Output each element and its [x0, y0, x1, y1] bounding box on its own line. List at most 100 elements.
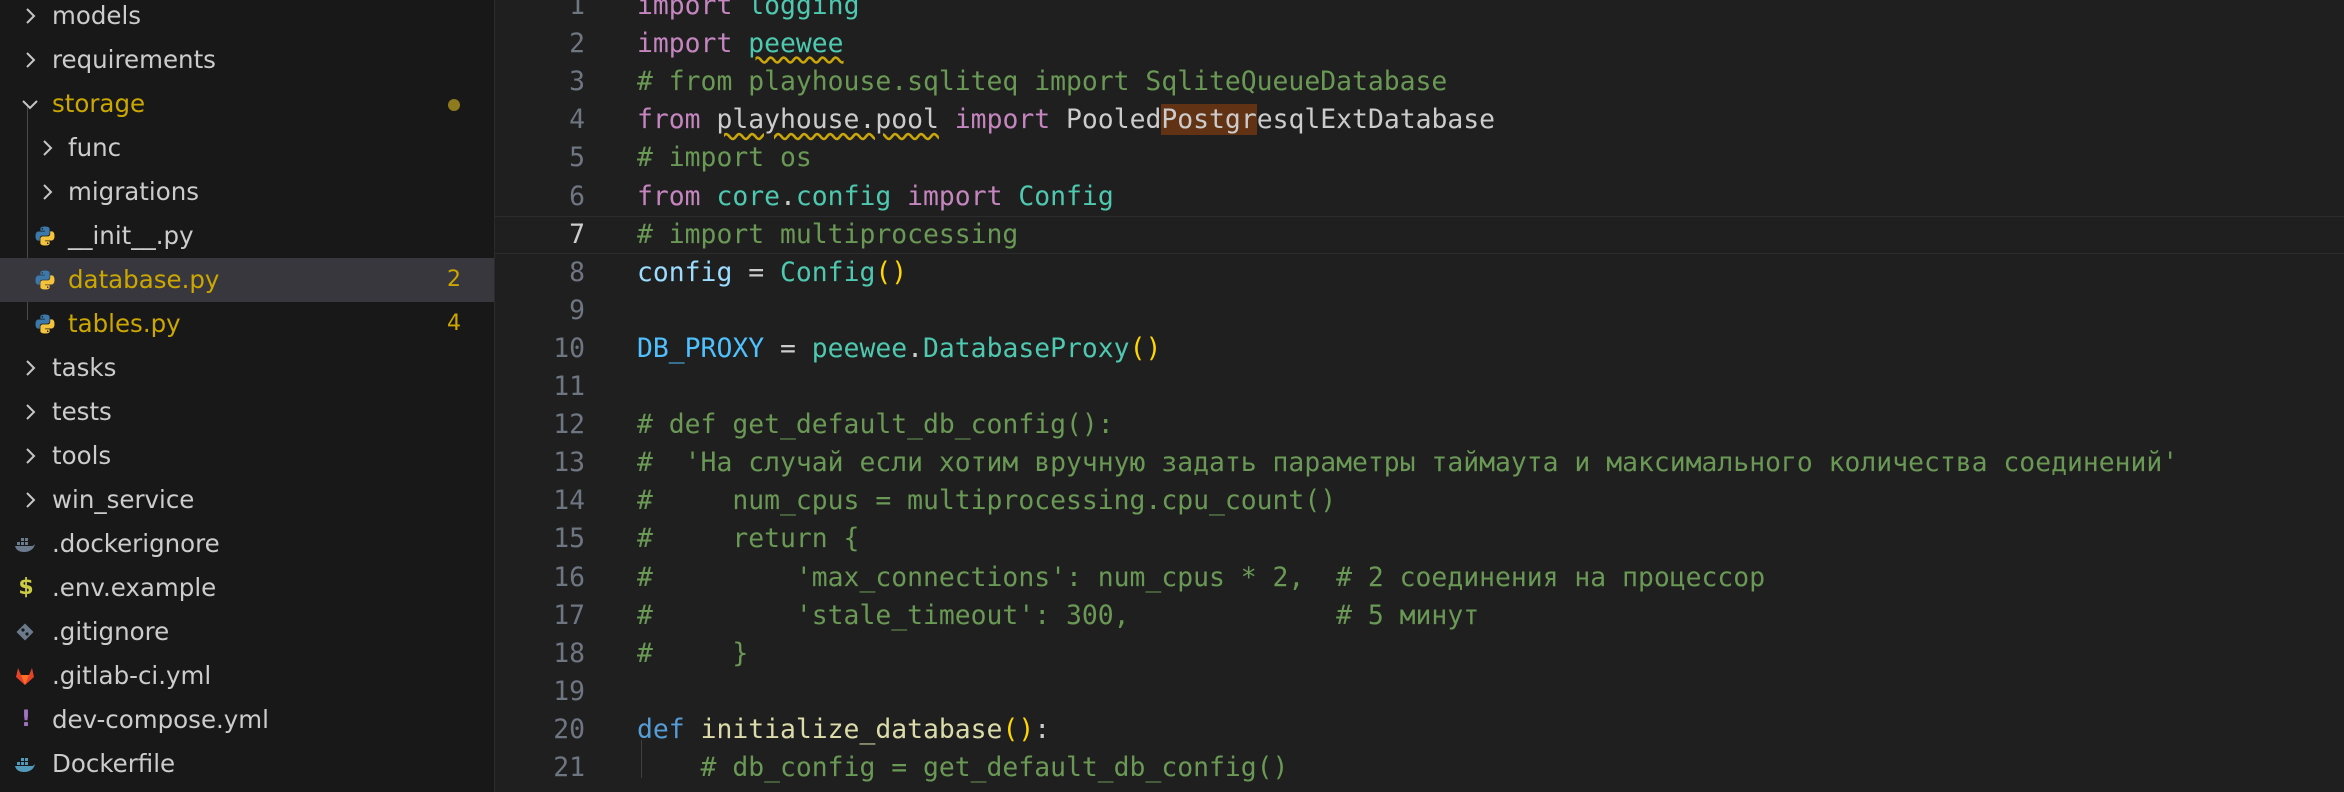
chevron-right-icon[interactable] [20, 402, 40, 422]
code-token: Config [1018, 180, 1114, 212]
explorer-item[interactable]: .gitlab-ci.yml [0, 654, 494, 698]
code-line[interactable]: 13 # 'На случай если хотим вручную задать… [495, 444, 2344, 482]
problem-count-badge: 2 [447, 267, 461, 292]
explorer-item[interactable]: migrations [0, 170, 494, 214]
code-line[interactable]: 19 [495, 673, 2344, 711]
line-number: 12 [553, 409, 585, 441]
line-number: 15 [553, 523, 585, 555]
code-line[interactable]: 21 # db_config = get_default_db_config() [495, 749, 2344, 787]
chevron-right-icon[interactable] [37, 182, 57, 202]
code-line[interactable]: 4 from playhouse.pool import PooledPostgr… [495, 101, 2344, 139]
line-number: 11 [553, 371, 585, 402]
code-line[interactable]: 16 # 'max_connections': num_cpus * 2, # 2… [495, 559, 2344, 597]
code-token: peewee [811, 332, 908, 364]
explorer-item-label: __init__.py [68, 221, 194, 250]
explorer-item[interactable]: __init__.py [0, 214, 494, 258]
code-line[interactable]: 10 DB_PROXY = peewee.DatabaseProxy() [495, 330, 2344, 368]
gitlab-icon [14, 665, 38, 687]
code-editor[interactable]: 1 import logging 2 import peewee 3 # from pla… [495, 0, 2344, 792]
code-token: () [1002, 713, 1035, 745]
code-line[interactable]: 8 config = Config() [495, 254, 2344, 292]
explorer-item[interactable]: ! dev-compose.yml [0, 698, 494, 742]
explorer-item[interactable]: database.py 2 [0, 258, 494, 302]
code-token: import [637, 0, 733, 21]
code-line[interactable]: 17 # 'stale_timeout': 300, # 5 минут [495, 597, 2344, 635]
code-line[interactable]: 11 [495, 368, 2344, 406]
code-text: from playhouse.pool import PooledPostgre… [637, 101, 1495, 139]
code-token: DB_PROXY [637, 332, 765, 364]
code-token: logging [748, 0, 860, 21]
code-line[interactable]: 1 import logging [495, 0, 2344, 25]
explorer-item[interactable]: .gitignore [0, 610, 494, 654]
code-line[interactable]: 18 # } [495, 635, 2344, 673]
explorer-item[interactable]: tasks [0, 346, 494, 390]
code-text: # } [637, 635, 748, 673]
explorer-item[interactable]: {}hikvision_statuses.json [0, 786, 494, 792]
explorer-item-label: models [52, 1, 142, 30]
code-token: Pooled [1050, 104, 1162, 136]
code-token: # import multiprocessing [637, 218, 1019, 250]
chevron-down-icon[interactable] [20, 94, 40, 114]
line-number: 2 [569, 28, 585, 60]
explorer-item[interactable]: requirements [0, 38, 494, 82]
code-token: # from playhouse.sqliteq import SqliteQu… [637, 66, 1448, 98]
line-number: 9 [569, 294, 585, 326]
code-token: : [1034, 713, 1051, 745]
explorer-item-label: func [68, 133, 122, 162]
explorer-item-label: dev-compose.yml [52, 705, 269, 734]
chevron-right-icon[interactable] [20, 358, 40, 378]
explorer-item[interactable]: tools [0, 434, 494, 478]
line-number: 3 [569, 66, 585, 98]
code-line[interactable]: 2 import peewee [495, 25, 2344, 63]
explorer-item[interactable]: func [0, 126, 494, 170]
explorer-item-label: Dockerfile [52, 749, 176, 778]
code-line[interactable]: 12 # def get_default_db_config(): [495, 406, 2344, 444]
explorer-item[interactable]: $ .env.example [0, 566, 494, 610]
code-line[interactable]: 3 # from playhouse.sqliteq import SqliteQ… [495, 63, 2344, 101]
code-line[interactable]: 14 # num_cpus = multiprocessing.cpu_count… [495, 482, 2344, 520]
code-token: = [764, 332, 812, 364]
chevron-right-icon[interactable] [20, 490, 40, 510]
code-line[interactable]: 9 [495, 292, 2344, 330]
code-line[interactable]: 15 # return { [495, 520, 2344, 558]
explorer-item[interactable]: storage [0, 82, 494, 126]
explorer-sidebar: models requirements storage func migrations _… [0, 0, 495, 792]
chevron-right-icon[interactable] [37, 138, 57, 158]
code-token: initialize_database [700, 713, 1003, 745]
explorer-item[interactable]: win_service [0, 478, 494, 522]
line-number: 20 [553, 713, 585, 745]
explorer-item[interactable]: Dockerfile [0, 742, 494, 786]
explorer-item[interactable]: models [0, 0, 494, 38]
code-text: # import os [637, 139, 812, 177]
code-token: # 'stale_timeout': 300, # 5 минут [637, 599, 1480, 631]
explorer-item-label: tests [52, 397, 112, 426]
explorer-item[interactable]: .dockerignore [0, 522, 494, 566]
docker-icon [14, 533, 38, 555]
problem-count-badge: 4 [447, 311, 461, 336]
code-token: import [954, 104, 1051, 136]
code-line[interactable]: 20 def initialize_database(): [495, 711, 2344, 749]
code-text: # def get_default_db_config(): [637, 406, 1114, 444]
explorer-item[interactable]: tests [0, 390, 494, 434]
chevron-right-icon[interactable] [20, 6, 40, 26]
code-line[interactable]: 6 from core.config import Config [495, 178, 2344, 216]
code-text: def initialize_database(): [637, 711, 1050, 749]
code-text: # return { [637, 520, 859, 558]
code-token: peewee [748, 28, 844, 60]
code-line[interactable]: 7 # import multiprocessing [495, 216, 2344, 254]
code-token: core [716, 180, 781, 212]
code-text: # 'max_connections': num_cpus * 2, # 2 с… [637, 559, 1765, 597]
code-line[interactable]: 5 # import os [495, 139, 2344, 177]
chevron-right-icon[interactable] [20, 50, 40, 70]
explorer-item[interactable]: tables.py 4 [0, 302, 494, 346]
explorer-item-label: hikvision_statuses.json [52, 786, 333, 792]
chevron-right-icon[interactable] [20, 446, 40, 466]
explorer-item-label: .gitignore [52, 617, 170, 646]
line-number: 18 [553, 637, 585, 669]
